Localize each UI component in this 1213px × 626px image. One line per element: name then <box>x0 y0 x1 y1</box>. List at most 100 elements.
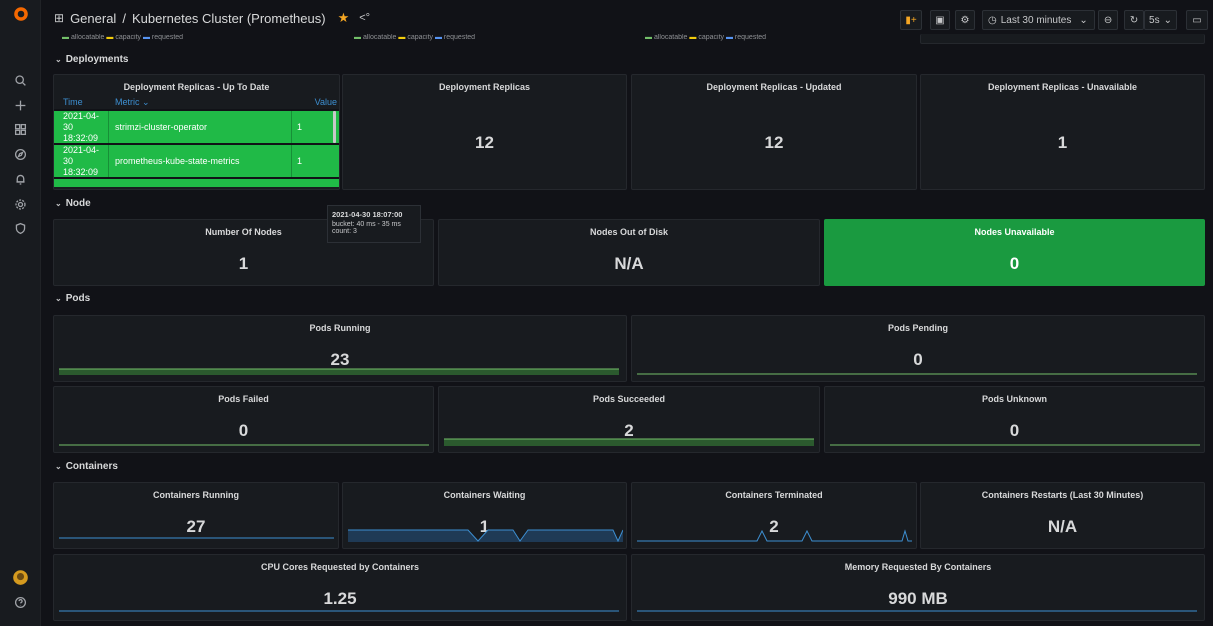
deployment-replicas-panel: Deployment Replicas 12 <box>342 74 627 190</box>
legend-capacity: capacity <box>698 34 725 41</box>
panel-title: Containers Terminated <box>725 490 823 500</box>
panel-title: Deployment Replicas <box>438 82 531 92</box>
sparkline <box>637 373 1197 375</box>
add-panel-button[interactable]: ▮+ <box>900 10 922 30</box>
table-cell-metric: strimzi-cluster-operator <box>109 111 292 143</box>
containers-running-panel: Containers Running 27 <box>53 482 339 549</box>
panel-title: CPU Cores Requested by Containers <box>260 562 420 572</box>
share-icon[interactable]: <° <box>359 12 370 24</box>
sparkline <box>637 529 912 542</box>
gear-icon: ⚙ <box>960 14 970 26</box>
legend-strip: ▬ allocatable ▬ capacity ▬ requested <box>354 34 476 41</box>
graph-tooltip: 2021-04-30 18:07:00 bucket: 40 ms - 35 m… <box>327 205 421 243</box>
refresh-interval-label: 5s <box>1149 14 1160 26</box>
deployment-replicas-table-panel: Deployment Replicas - Up To Date Time Me… <box>53 74 340 190</box>
pods-pending-panel: Pods Pending 0 <box>631 315 1205 382</box>
chevron-down-icon: ⌄ <box>1079 14 1088 26</box>
cell-clock: 18:32:09 <box>63 132 99 143</box>
pods-succeeded-panel: Pods Succeeded 2 <box>438 386 820 453</box>
table-cell-time: 2021-04-30 18:32:09 <box>54 111 109 143</box>
row-pods[interactable]: ⌄ Pods <box>55 293 90 304</box>
pods-unknown-panel: Pods Unknown 0 <box>824 386 1205 453</box>
cpu-cores-requested-panel: CPU Cores Requested by Containers 1.25 <box>53 554 627 621</box>
refresh-button[interactable]: ↻ <box>1124 10 1144 30</box>
chevron-down-icon: ⌄ <box>55 462 62 471</box>
stat-value: 12 <box>475 133 494 152</box>
monitor-icon: ▭ <box>1192 14 1202 26</box>
chevron-down-icon: ⌄ <box>55 294 62 303</box>
table-scrollbar[interactable] <box>333 111 336 143</box>
dashboard-settings-button[interactable]: ⚙ <box>955 10 975 30</box>
refresh-interval-picker[interactable]: 5s ⌄ <box>1144 10 1177 30</box>
containers-terminated-panel: Containers Terminated 2 <box>631 482 917 549</box>
sparkline <box>637 610 1197 612</box>
legend-capacity: capacity <box>407 34 434 41</box>
configuration-gear-icon[interactable] <box>0 194 41 214</box>
breadcrumb-folder[interactable]: General <box>70 11 116 26</box>
refresh-icon: ↻ <box>1129 14 1139 26</box>
legend-requested: requested <box>151 34 184 41</box>
server-admin-shield-icon[interactable] <box>0 218 41 238</box>
row-title: Containers <box>65 461 118 472</box>
breadcrumb-separator: / <box>122 10 126 26</box>
stat-value: N/A <box>614 254 644 273</box>
table-cell-metric: prometheus-kube-state-metrics <box>109 145 292 177</box>
panel-title: Pods Running <box>309 323 371 333</box>
legend-requested: requested <box>443 34 476 41</box>
panel-title: Pods Unknown <box>982 394 1047 404</box>
column-header-metric[interactable]: Metric ⌄ <box>109 97 292 108</box>
panel-title: Memory Requested By Containers <box>844 562 992 572</box>
dashboards-grid-icon[interactable] <box>0 119 41 139</box>
containers-waiting-panel: Containers Waiting 1 <box>342 482 627 549</box>
panel-title: Deployment Replicas - Unavailable <box>987 82 1138 92</box>
nodes-unavailable-panel: Nodes Unavailable 0 <box>824 219 1205 286</box>
sparkline <box>830 444 1200 446</box>
table-header: Time Metric ⌄ Value <box>54 95 339 109</box>
panel-title: Deployment Replicas - Updated <box>706 82 842 92</box>
help-icon[interactable] <box>0 592 41 612</box>
user-avatar-icon[interactable] <box>0 567 41 587</box>
chevron-down-icon: ⌄ <box>55 55 62 64</box>
dashboard-title[interactable]: Kubernetes Cluster (Prometheus) <box>132 11 326 26</box>
zoom-out-icon: ⊖ <box>1103 14 1113 26</box>
sparkline <box>59 537 334 539</box>
grafana-logo-icon[interactable] <box>0 4 41 24</box>
cycle-view-mode-button[interactable]: ▭ <box>1186 10 1208 30</box>
row-node[interactable]: ⌄ Node <box>55 198 91 209</box>
row-deployments[interactable]: ⌄ Deployments <box>55 54 129 65</box>
chevron-down-icon: ⌄ <box>55 199 62 208</box>
table-cell-time: 2021-04-30 18:32:09 <box>54 145 109 177</box>
star-icon[interactable]: ★ <box>338 10 350 26</box>
containers-restarts-panel: Containers Restarts (Last 30 Minutes) N/… <box>920 482 1205 549</box>
table-row: 2021-04-30 18:32:09 prometheus-kube-stat… <box>54 143 339 177</box>
stat-value: N/A <box>1047 517 1078 536</box>
table-row <box>54 177 339 187</box>
stat-value: 0 <box>1009 254 1020 273</box>
deployment-replicas-unavailable-panel: Deployment Replicas - Unavailable 1 <box>920 74 1205 190</box>
save-dashboard-button[interactable]: ▣ <box>930 10 950 30</box>
column-header-value[interactable]: Value <box>292 97 339 107</box>
alerting-bell-icon[interactable] <box>0 169 41 189</box>
sparkline <box>59 610 619 612</box>
partial-panel <box>920 34 1205 44</box>
tooltip-title: 2021-04-30 18:07:00 <box>332 210 403 219</box>
create-plus-icon[interactable] <box>0 95 41 115</box>
panel-title: Pods Pending <box>887 323 948 333</box>
panel-title: Pods Succeeded <box>592 394 666 404</box>
time-picker-button[interactable]: ◷ Last 30 minutes ⌄ <box>982 10 1095 30</box>
search-icon[interactable] <box>0 70 41 90</box>
legend-capacity: capacity <box>115 34 142 41</box>
explore-compass-icon[interactable] <box>0 144 41 164</box>
panel-title: Pods Failed <box>218 394 269 404</box>
legend-allocatable: allocatable <box>362 34 397 41</box>
zoom-out-button[interactable]: ⊖ <box>1098 10 1118 30</box>
chevron-down-icon: ⌄ <box>1163 14 1172 26</box>
tooltip-bucket: bucket: 40 ms - 35 ms <box>332 221 401 228</box>
breadcrumb: ⊞ General / Kubernetes Cluster (Promethe… <box>54 10 370 26</box>
table-cell-value: 1 <box>292 145 339 177</box>
legend-allocatable: allocatable <box>70 34 105 41</box>
pods-failed-panel: Pods Failed 0 <box>53 386 434 453</box>
dashboard-grid-icon: ⊞ <box>54 11 65 25</box>
column-header-time[interactable]: Time <box>54 97 109 107</box>
row-containers[interactable]: ⌄ Containers <box>55 461 118 472</box>
